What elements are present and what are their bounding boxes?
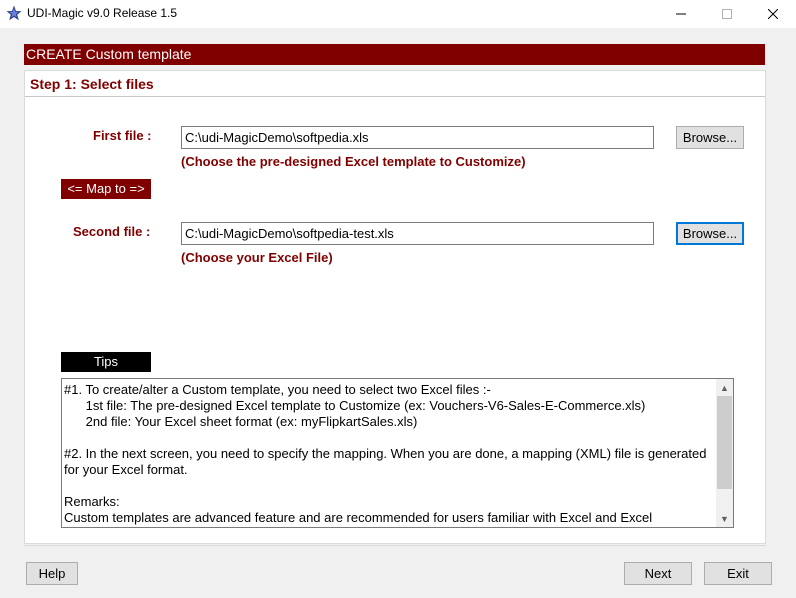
window-title: UDI-Magic v9.0 Release 1.5	[27, 6, 178, 20]
second-file-hint: (Choose your Excel File)	[181, 250, 333, 265]
step-title: Step 1: Select files	[30, 76, 154, 92]
tips-line: #2. In the next screen, you need to spec…	[64, 446, 707, 461]
tips-label: Tips	[61, 352, 151, 372]
second-file-browse-button[interactable]: Browse...	[676, 222, 744, 245]
scroll-down-icon[interactable]: ▼	[716, 510, 733, 527]
maximize-button[interactable]	[704, 0, 750, 28]
first-file-input[interactable]	[181, 126, 654, 149]
footer-divider	[24, 545, 766, 546]
scroll-up-icon[interactable]: ▲	[716, 379, 733, 396]
tips-line: #1. To create/alter a Custom template, y…	[64, 382, 491, 397]
first-file-label: First file :	[93, 128, 152, 143]
second-file-label: Second file :	[73, 224, 151, 239]
title-bar: UDI-Magic v9.0 Release 1.5	[0, 0, 796, 28]
scroll-thumb[interactable]	[717, 396, 732, 489]
star-app-icon	[6, 5, 22, 21]
minimize-icon	[676, 13, 686, 15]
tips-scrollbar[interactable]: ▲ ▼	[716, 379, 733, 527]
help-button[interactable]: Help	[26, 562, 78, 585]
tips-text: #1. To create/alter a Custom template, y…	[64, 382, 716, 526]
tips-line: 1st file: The pre-designed Excel templat…	[64, 398, 646, 413]
map-to-label: <= Map to =>	[61, 179, 151, 199]
first-file-hint: (Choose the pre-designed Excel template …	[181, 154, 526, 169]
next-button[interactable]: Next	[624, 562, 692, 585]
close-icon	[768, 9, 778, 19]
tips-line: for your Excel format.	[64, 462, 188, 477]
step-divider	[25, 96, 765, 97]
tips-line: 2nd file: Your Excel sheet format (ex: m…	[64, 414, 418, 429]
maximize-icon	[722, 9, 732, 19]
second-file-input[interactable]	[181, 222, 654, 245]
tips-line: Custom templates are advanced feature an…	[64, 510, 653, 525]
exit-button[interactable]: Exit	[704, 562, 772, 585]
first-file-browse-button[interactable]: Browse...	[676, 126, 744, 149]
page-header-banner: CREATE Custom template	[24, 44, 765, 65]
tips-textbox[interactable]: #1. To create/alter a Custom template, y…	[61, 378, 734, 528]
minimize-button[interactable]	[658, 0, 704, 28]
close-button[interactable]	[750, 0, 796, 28]
tips-line: Remarks:	[64, 494, 120, 509]
